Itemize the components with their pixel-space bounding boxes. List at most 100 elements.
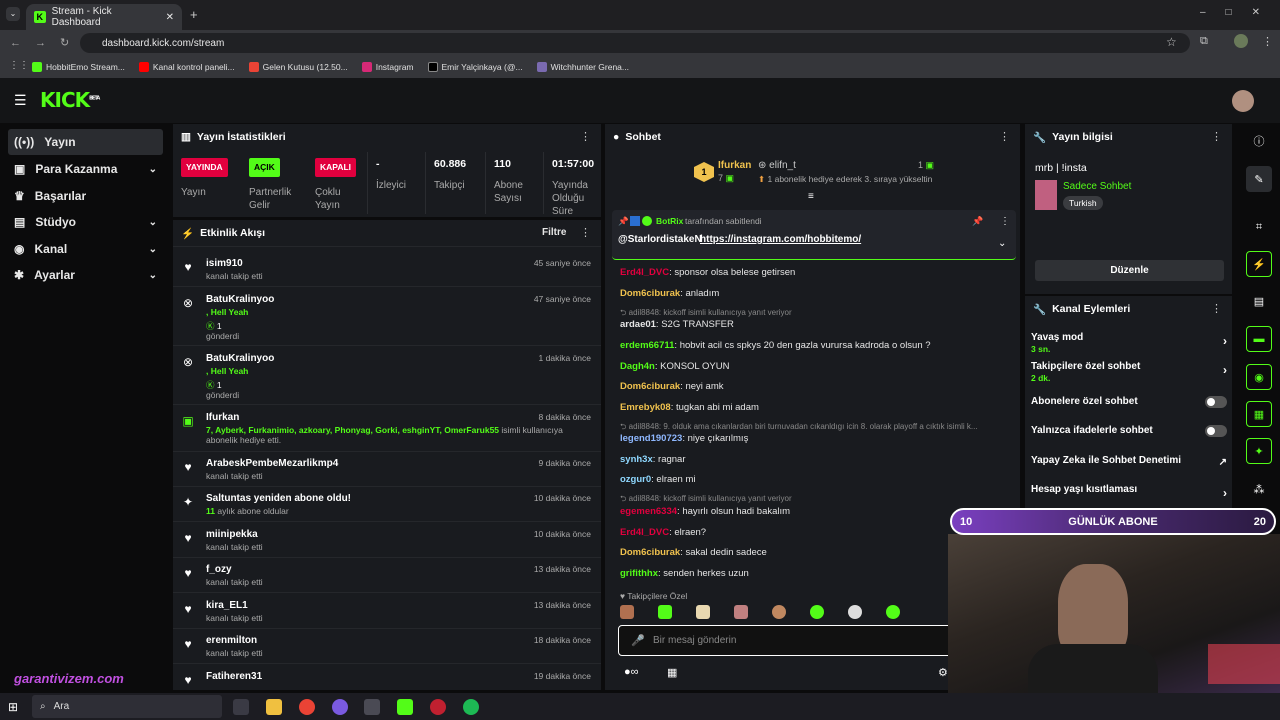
- event-user[interactable]: kira_EL1: [206, 600, 248, 611]
- emote-icon[interactable]: [658, 605, 672, 619]
- unpin-icon[interactable]: 📌: [972, 216, 983, 227]
- pinned-link[interactable]: https://instagram.com/hobbitemo/: [700, 234, 861, 245]
- emote-icon[interactable]: [886, 605, 900, 619]
- app-icon[interactable]: [364, 699, 380, 715]
- event-user[interactable]: f_ozy: [206, 564, 232, 575]
- spotify-icon[interactable]: [463, 699, 479, 715]
- top-gifter-name[interactable]: Ifurkan: [718, 160, 751, 171]
- sidebar-item-kanal[interactable]: ◉ Kanal ⌄: [8, 236, 163, 262]
- chat-username[interactable]: ozgur0: [620, 474, 651, 485]
- edit-button[interactable]: Düzenle: [1035, 260, 1224, 281]
- apps-icon[interactable]: ⁂: [1246, 476, 1272, 502]
- address-bar[interactable]: dashboard.kick.com/stream: [80, 33, 1190, 53]
- close-tab-icon[interactable]: ✕: [166, 12, 174, 23]
- event-user[interactable]: ArabeskPembeMezarlikmp4: [206, 458, 338, 469]
- chat-settings-icon[interactable]: ⚙: [938, 666, 948, 679]
- document-icon[interactable]: ▤: [1246, 288, 1272, 314]
- microphone-icon[interactable]: 🎤: [631, 634, 645, 647]
- windows-start-icon[interactable]: ⊞: [8, 700, 18, 714]
- recipient-name[interactable]: elifn_t: [769, 160, 796, 171]
- event-user[interactable]: BatuKralinyoo: [206, 353, 274, 364]
- chat-username[interactable]: synh3x: [620, 454, 653, 465]
- chat-username[interactable]: ardae01: [620, 319, 656, 330]
- emote-icon[interactable]: [810, 605, 824, 619]
- gift-shop-icon[interactable]: ▦: [667, 666, 677, 679]
- chat-username[interactable]: Erd4l_DVC: [620, 267, 669, 278]
- chat-username[interactable]: Dom6ciburak: [620, 288, 680, 299]
- emote-icon[interactable]: [848, 605, 862, 619]
- chat-username[interactable]: legend190723: [620, 433, 682, 444]
- event-user[interactable]: erenmilton: [206, 635, 257, 646]
- window-controls[interactable]: –□✕: [1200, 7, 1280, 18]
- event-user[interactable]: Ifurkan: [206, 412, 239, 423]
- event-user[interactable]: Fatiheren31: [206, 671, 262, 682]
- bookmark-item[interactable]: Instagram: [361, 62, 414, 72]
- bookmark-item[interactable]: HobbitEmo Stream...: [32, 62, 125, 72]
- crop-icon[interactable]: ⌗: [1246, 214, 1272, 240]
- chat-username[interactable]: egemen6334: [620, 506, 677, 517]
- more-options-icon[interactable]: ⋮: [1000, 216, 1010, 227]
- chat-username[interactable]: Dagh4n: [620, 361, 655, 372]
- taskbar-search[interactable]: ⌕ Ara: [32, 695, 222, 718]
- sidebar-item-basarilar[interactable]: ♛ Başarılar: [8, 183, 163, 209]
- browser-menu-icon[interactable]: ⋮: [1262, 35, 1273, 48]
- profile-avatar[interactable]: [1234, 34, 1248, 48]
- pencil-icon[interactable]: ✎: [1246, 166, 1272, 192]
- chevron-down-icon[interactable]: ⌄: [998, 238, 1006, 249]
- chat-username[interactable]: Dom6ciburak: [620, 547, 680, 558]
- account-age-row[interactable]: Hesap yaşı kısıtlaması ›: [1031, 484, 1227, 500]
- emote-icon[interactable]: [620, 605, 634, 619]
- followers-only-row[interactable]: Takipçilere özel sohbet 2 dk. ›: [1031, 361, 1227, 383]
- more-options-icon[interactable]: ⋮: [999, 130, 1010, 143]
- kicks-infinity-icon[interactable]: ●∞: [624, 666, 639, 678]
- bookmark-star-icon[interactable]: ☆: [1166, 35, 1177, 49]
- chat-username[interactable]: grifithhx: [620, 568, 658, 579]
- bookmark-item[interactable]: Kanal kontrol paneli...: [138, 62, 235, 72]
- browser-tab[interactable]: K Stream - Kick Dashboard ✕: [26, 4, 182, 30]
- event-user[interactable]: BatuKralinyoo: [206, 294, 274, 305]
- kick-logo[interactable]: KICKBETA: [40, 88, 100, 112]
- sidebar-item-studyo[interactable]: ▤ Stüdyo ⌄: [8, 209, 163, 235]
- info-icon[interactable]: ⓘ: [1246, 128, 1272, 154]
- chat-username[interactable]: erdem66711: [620, 340, 674, 351]
- extensions-icon[interactable]: ⧉: [1200, 35, 1208, 48]
- emote-icon[interactable]: [696, 605, 710, 619]
- wrench-icon[interactable]: ✦: [1246, 438, 1272, 464]
- chat-username[interactable]: Erd4l_DVC: [620, 527, 669, 538]
- chrome-icon[interactable]: [299, 699, 315, 715]
- new-tab-button[interactable]: +: [190, 7, 198, 22]
- more-options-icon[interactable]: ⋮: [580, 130, 591, 143]
- collapse-icon[interactable]: ≡: [808, 191, 814, 202]
- nav-buttons[interactable]: ←→↻: [10, 36, 83, 49]
- user-avatar[interactable]: [1232, 90, 1254, 112]
- file-explorer-icon[interactable]: [266, 699, 282, 715]
- tab-list-button[interactable]: ⌄: [6, 7, 20, 21]
- chat-username[interactable]: Emrebyk08: [620, 402, 671, 413]
- apps-grid-icon[interactable]: ⋮⋮: [9, 60, 29, 71]
- app-icon[interactable]: [332, 699, 348, 715]
- pinned-by[interactable]: BotRix: [656, 216, 683, 226]
- more-options-icon[interactable]: ⋮: [580, 226, 591, 239]
- menu-hamburger-icon[interactable]: ☰: [14, 92, 27, 109]
- more-options-icon[interactable]: ⋮: [1211, 130, 1222, 143]
- task-view-icon[interactable]: [233, 699, 249, 715]
- slow-mode-row[interactable]: Yavaş mod 3 sn. ›: [1031, 332, 1227, 354]
- kick-app-icon[interactable]: [397, 699, 413, 715]
- obs-icon[interactable]: [430, 699, 446, 715]
- broadcast-icon[interactable]: ◉: [1246, 364, 1272, 390]
- event-user[interactable]: miinipekka: [206, 529, 258, 540]
- bookmark-item[interactable]: Emir Yalçinkaya (@...: [427, 62, 523, 72]
- filter-button[interactable]: Filtre: [542, 227, 566, 238]
- more-options-icon[interactable]: ⋮: [1211, 302, 1222, 315]
- event-user[interactable]: isim910: [206, 258, 243, 269]
- emotes-only-toggle[interactable]: [1205, 425, 1227, 437]
- bookmark-item[interactable]: Witchhunter Grena...: [536, 62, 629, 72]
- bookmark-item[interactable]: Gelen Kutusu (12.50...: [248, 62, 348, 72]
- subscribers-only-toggle[interactable]: [1205, 396, 1227, 408]
- event-user[interactable]: Saltuntas yeniden abone oldu!: [206, 493, 351, 504]
- category-name[interactable]: Sadece Sohbet: [1063, 181, 1131, 192]
- emote-icon[interactable]: [734, 605, 748, 619]
- ai-moderation-row[interactable]: Yapay Zeka ile Sohbet Denetimi ↗: [1031, 455, 1227, 468]
- chat-icon[interactable]: ▬: [1246, 326, 1272, 352]
- sidebar-item-para-kazanma[interactable]: ▣ Para Kazanma ⌄: [8, 156, 163, 182]
